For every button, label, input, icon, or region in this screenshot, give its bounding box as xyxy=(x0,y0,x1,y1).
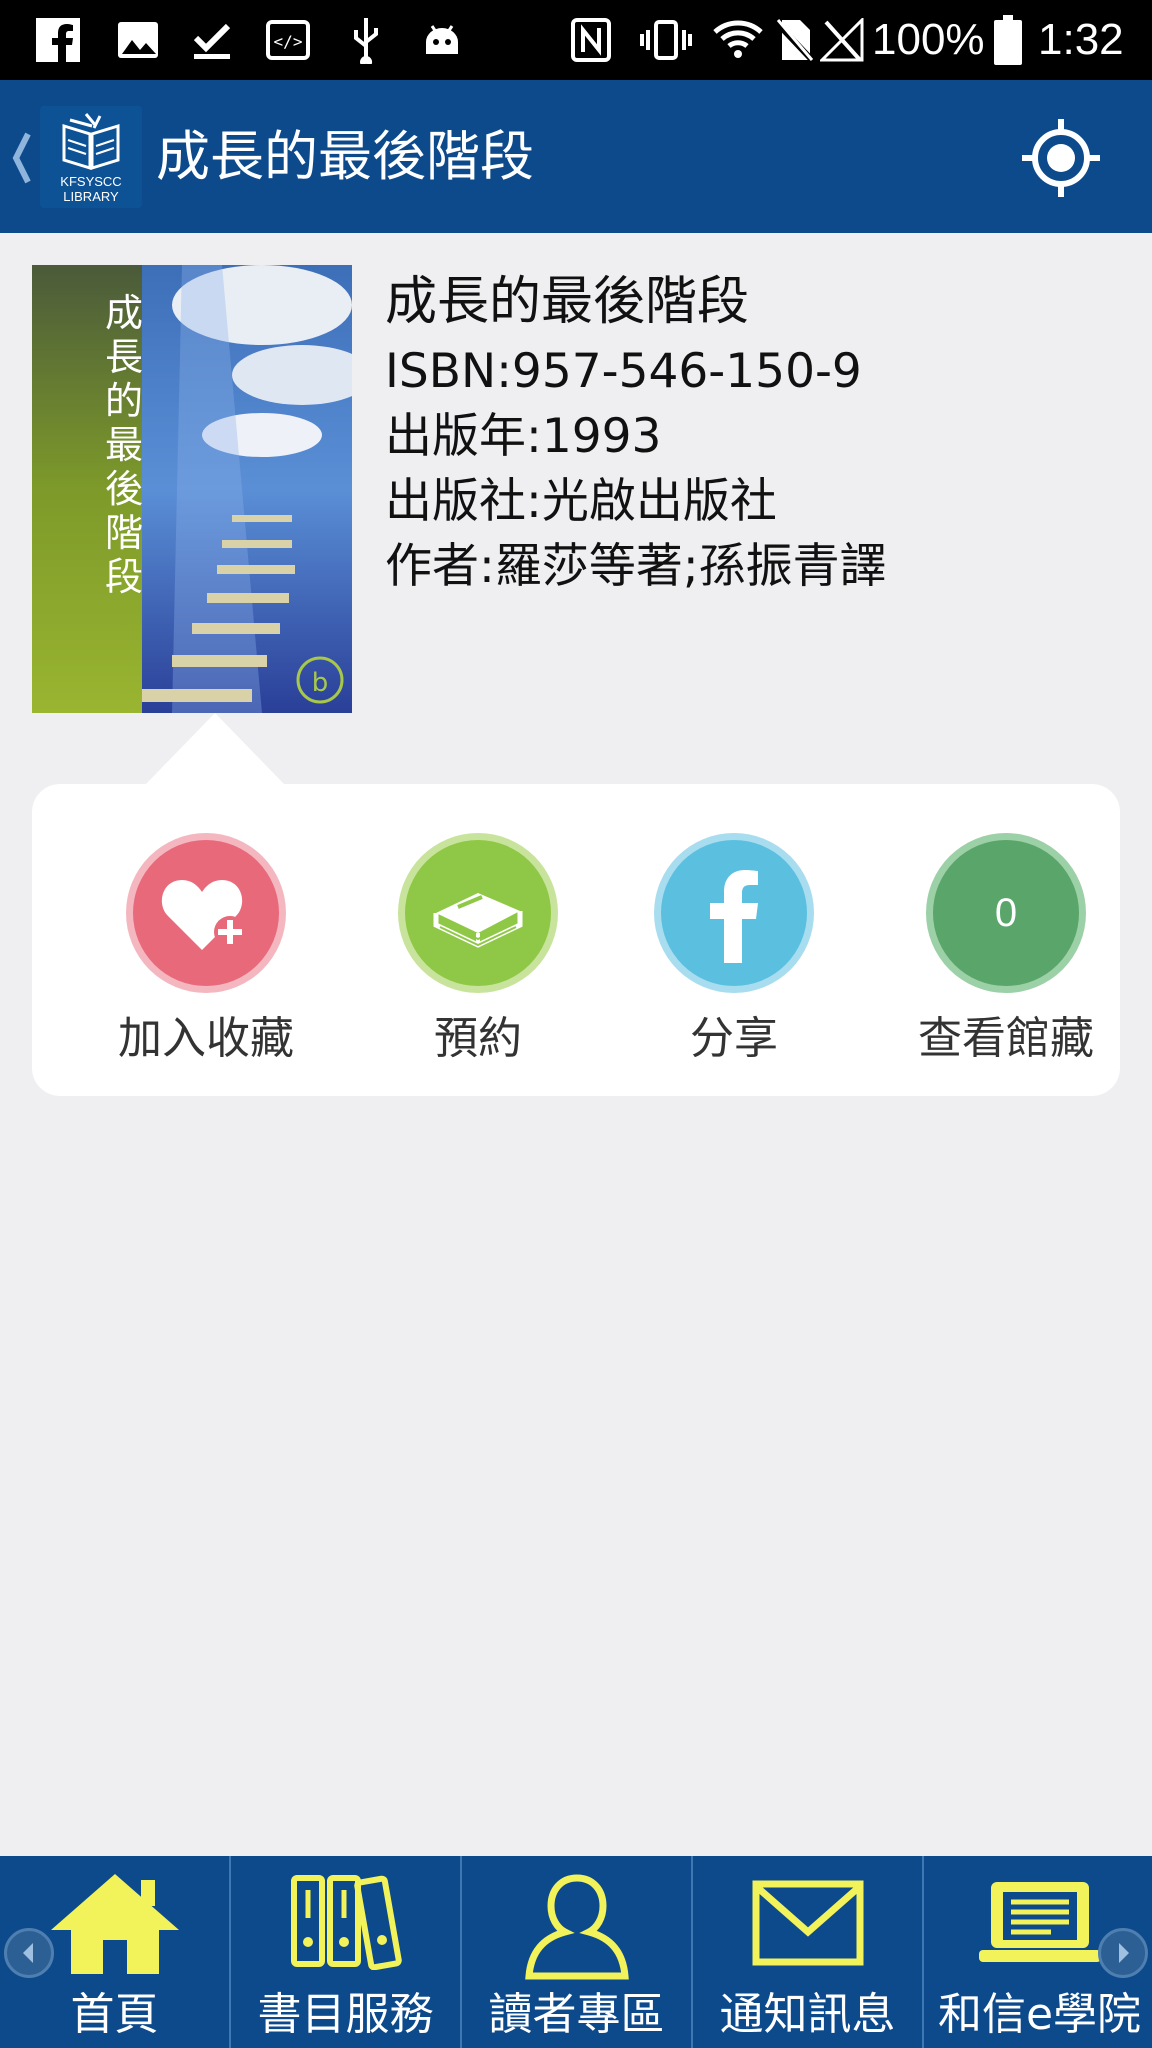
vibrate-icon xyxy=(636,0,696,80)
battery-percent: 100% xyxy=(872,15,985,64)
android-icon xyxy=(414,0,470,80)
panel-pointer xyxy=(145,713,285,785)
back-chevron-icon[interactable] xyxy=(10,128,32,192)
no-sim-icon xyxy=(766,0,822,80)
library-logo[interactable]: KFSYSCC LIBRARY xyxy=(40,106,142,208)
wifi-icon xyxy=(710,0,766,80)
laptop-icon xyxy=(975,1878,1105,1972)
book-year: 出版年:1993 xyxy=(385,409,662,464)
book-isbn: ISBN:957-546-150-9 xyxy=(385,344,862,399)
chevron-left-icon xyxy=(23,1943,33,1963)
logo-text-line1: KFSYSCC xyxy=(60,174,122,189)
book-icon xyxy=(405,840,551,986)
nav-item-notifications[interactable]: 通知訊息 xyxy=(693,1856,924,2048)
image-icon xyxy=(110,0,166,80)
nav-item-reader[interactable]: 讀者專區 xyxy=(462,1856,693,2048)
book-publisher: 出版社:光啟出版社 xyxy=(385,474,777,529)
nav-item-catalog[interactable]: 書目服務 xyxy=(231,1856,462,2048)
signal-icon xyxy=(816,0,868,80)
crosshair-icon xyxy=(1022,119,1100,197)
nav-label-elearning: 和信e學院 xyxy=(937,1989,1142,2040)
nav-scroll-right-button[interactable] xyxy=(1098,1928,1148,1978)
nfc-icon xyxy=(566,0,616,80)
nav-label-reader: 讀者專區 xyxy=(488,1989,665,2040)
holdings-count-badge: 0 xyxy=(933,840,1079,986)
chevron-right-icon xyxy=(1119,1943,1129,1963)
nav-label-notifications: 通知訊息 xyxy=(719,1989,896,2040)
clock: 1:32 xyxy=(1038,15,1124,64)
cover-title: 成長的最後階段 xyxy=(104,291,143,599)
nav-scroll-left-button[interactable] xyxy=(4,1928,54,1978)
logo-text-line2: LIBRARY xyxy=(63,189,119,204)
book-info: 成長的最後階段 ISBN:957-546-150-9 出版年:1993 出版社:… xyxy=(385,265,887,599)
nav-label-home: 首頁 xyxy=(70,1989,159,2040)
svg-text:b: b xyxy=(312,668,329,698)
binders-icon xyxy=(286,1870,406,1974)
holdings-count: 0 xyxy=(994,890,1018,935)
add-favorite-button[interactable]: 加入收藏 xyxy=(96,840,316,1080)
view-holdings-label: 查看館藏 xyxy=(918,1013,1094,1064)
locate-button[interactable] xyxy=(1018,115,1104,201)
battery-icon xyxy=(990,0,1026,80)
usb-icon xyxy=(338,0,394,80)
svg-text:</>: </> xyxy=(274,32,303,51)
download-done-icon xyxy=(184,0,240,80)
reserve-button[interactable]: 預約 xyxy=(368,840,588,1080)
envelope-icon xyxy=(752,1880,864,1970)
heart-add-icon xyxy=(133,840,279,986)
home-icon xyxy=(45,1868,185,1982)
app-bar: KFSYSCC LIBRARY 成長的最後階段 xyxy=(0,80,1152,233)
person-icon xyxy=(522,1870,632,1984)
reserve-label: 預約 xyxy=(434,1013,522,1064)
actions-panel: 加入收藏 預約 分享 0 查看館藏 xyxy=(32,784,1120,1096)
view-holdings-button[interactable]: 0 查看館藏 xyxy=(896,840,1116,1080)
book-author: 作者:羅莎等著;孫振青譯 xyxy=(385,539,887,594)
bottom-nav: 首頁 書目服務 讀者專區 通知訊息 和信e學院 xyxy=(0,1856,1152,2048)
book-title: 成長的最後階段 xyxy=(385,272,750,332)
book-cover: b 成長的最後階段 xyxy=(32,265,352,713)
page-title: 成長的最後階段 xyxy=(156,125,534,188)
add-favorite-label: 加入收藏 xyxy=(118,1013,294,1064)
nav-label-catalog: 書目服務 xyxy=(257,1989,434,2040)
share-label: 分享 xyxy=(690,1013,778,1064)
status-bar: </> 100% 1:32 xyxy=(0,0,1152,80)
facebook-icon xyxy=(30,0,86,80)
code-icon: </> xyxy=(260,0,316,80)
facebook-share-icon xyxy=(661,840,807,986)
share-button[interactable]: 分享 xyxy=(624,840,844,1080)
book-logo-icon xyxy=(62,113,120,171)
